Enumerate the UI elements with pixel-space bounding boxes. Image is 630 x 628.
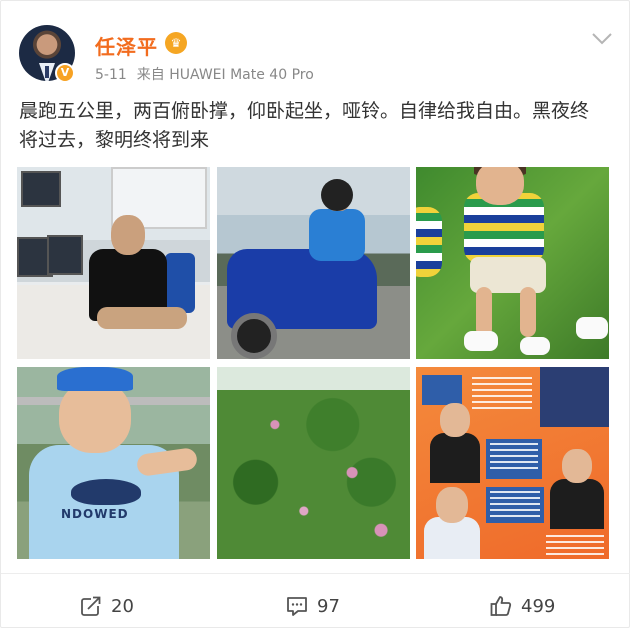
photo-office[interactable] [17, 167, 210, 359]
action-divider [1, 573, 630, 574]
photo-boy-whale-shirt[interactable]: NDOWED [17, 367, 210, 559]
speaker-face [562, 449, 592, 483]
man-leg [97, 307, 187, 329]
comment-icon [285, 594, 309, 618]
man-head [111, 215, 145, 255]
photo-child-grass[interactable] [416, 167, 609, 359]
poster-text-lines [472, 377, 532, 411]
whale-print [71, 479, 141, 505]
child-shoe [520, 337, 550, 355]
like-button[interactable]: 499 [489, 591, 555, 621]
child-leg [520, 287, 536, 337]
speaker-face [440, 403, 470, 437]
speaker-face [436, 487, 468, 523]
poster-text-lines [490, 443, 538, 473]
other-child-shirt [416, 207, 442, 277]
boy-head [59, 381, 131, 453]
like-count: 499 [521, 595, 556, 617]
weibo-post-card: V 任泽平 ♛ 5-11 来自 HUAWEI Mate 40 Pro 晨跑五公里，… [0, 0, 630, 628]
monitor [47, 235, 83, 275]
other-child-shoe [576, 317, 608, 339]
share-icon [79, 594, 103, 618]
photo-flowers[interactable] [217, 367, 410, 559]
speaker [430, 433, 480, 483]
comment-button[interactable]: 97 [285, 591, 340, 621]
photo-orange-poster[interactable] [416, 367, 609, 559]
author-name[interactable]: 任泽平 [95, 31, 158, 60]
post-text: 晨跑五公里，两百俯卧撑，仰卧起坐，哑铃。自律给我自由。黑夜终将过去，黎明终将到来 [19, 100, 590, 151]
child-leg [476, 287, 492, 337]
speaker [424, 517, 480, 559]
repost-count: 20 [111, 595, 134, 617]
repost-button[interactable]: 20 [79, 591, 134, 621]
thumbs-up-icon [489, 594, 513, 618]
office-chair [165, 253, 195, 313]
poster-photo [540, 367, 609, 427]
avatar-tie [45, 66, 49, 78]
crown-icon: ♛ [165, 32, 187, 54]
source-prefix: 来自 [136, 67, 165, 83]
chevron-down-icon[interactable] [591, 31, 613, 47]
post-date: 5-11 [95, 67, 127, 83]
blue-cap [57, 367, 133, 391]
poster-text-lines [546, 535, 604, 555]
poster-label [422, 375, 462, 405]
source-device[interactable]: HUAWEI Mate 40 Pro [169, 67, 314, 83]
child-head [476, 167, 524, 205]
child-shoe [464, 331, 498, 351]
verified-badge-icon: V [55, 63, 75, 83]
wall-screen [21, 171, 61, 207]
rider-helmet [321, 179, 353, 211]
rider-torso [309, 209, 365, 261]
photo-grid: NDOWED [17, 167, 609, 561]
speaker [550, 479, 604, 529]
post-meta: 5-11 来自 HUAWEI Mate 40 Pro [95, 64, 314, 84]
motorcycle-wheel [231, 313, 277, 359]
shirt-print-text: NDOWED [61, 507, 129, 521]
comment-count: 97 [317, 595, 340, 617]
poster-text-lines [490, 491, 540, 519]
photo-motorcycle[interactable] [217, 167, 410, 359]
